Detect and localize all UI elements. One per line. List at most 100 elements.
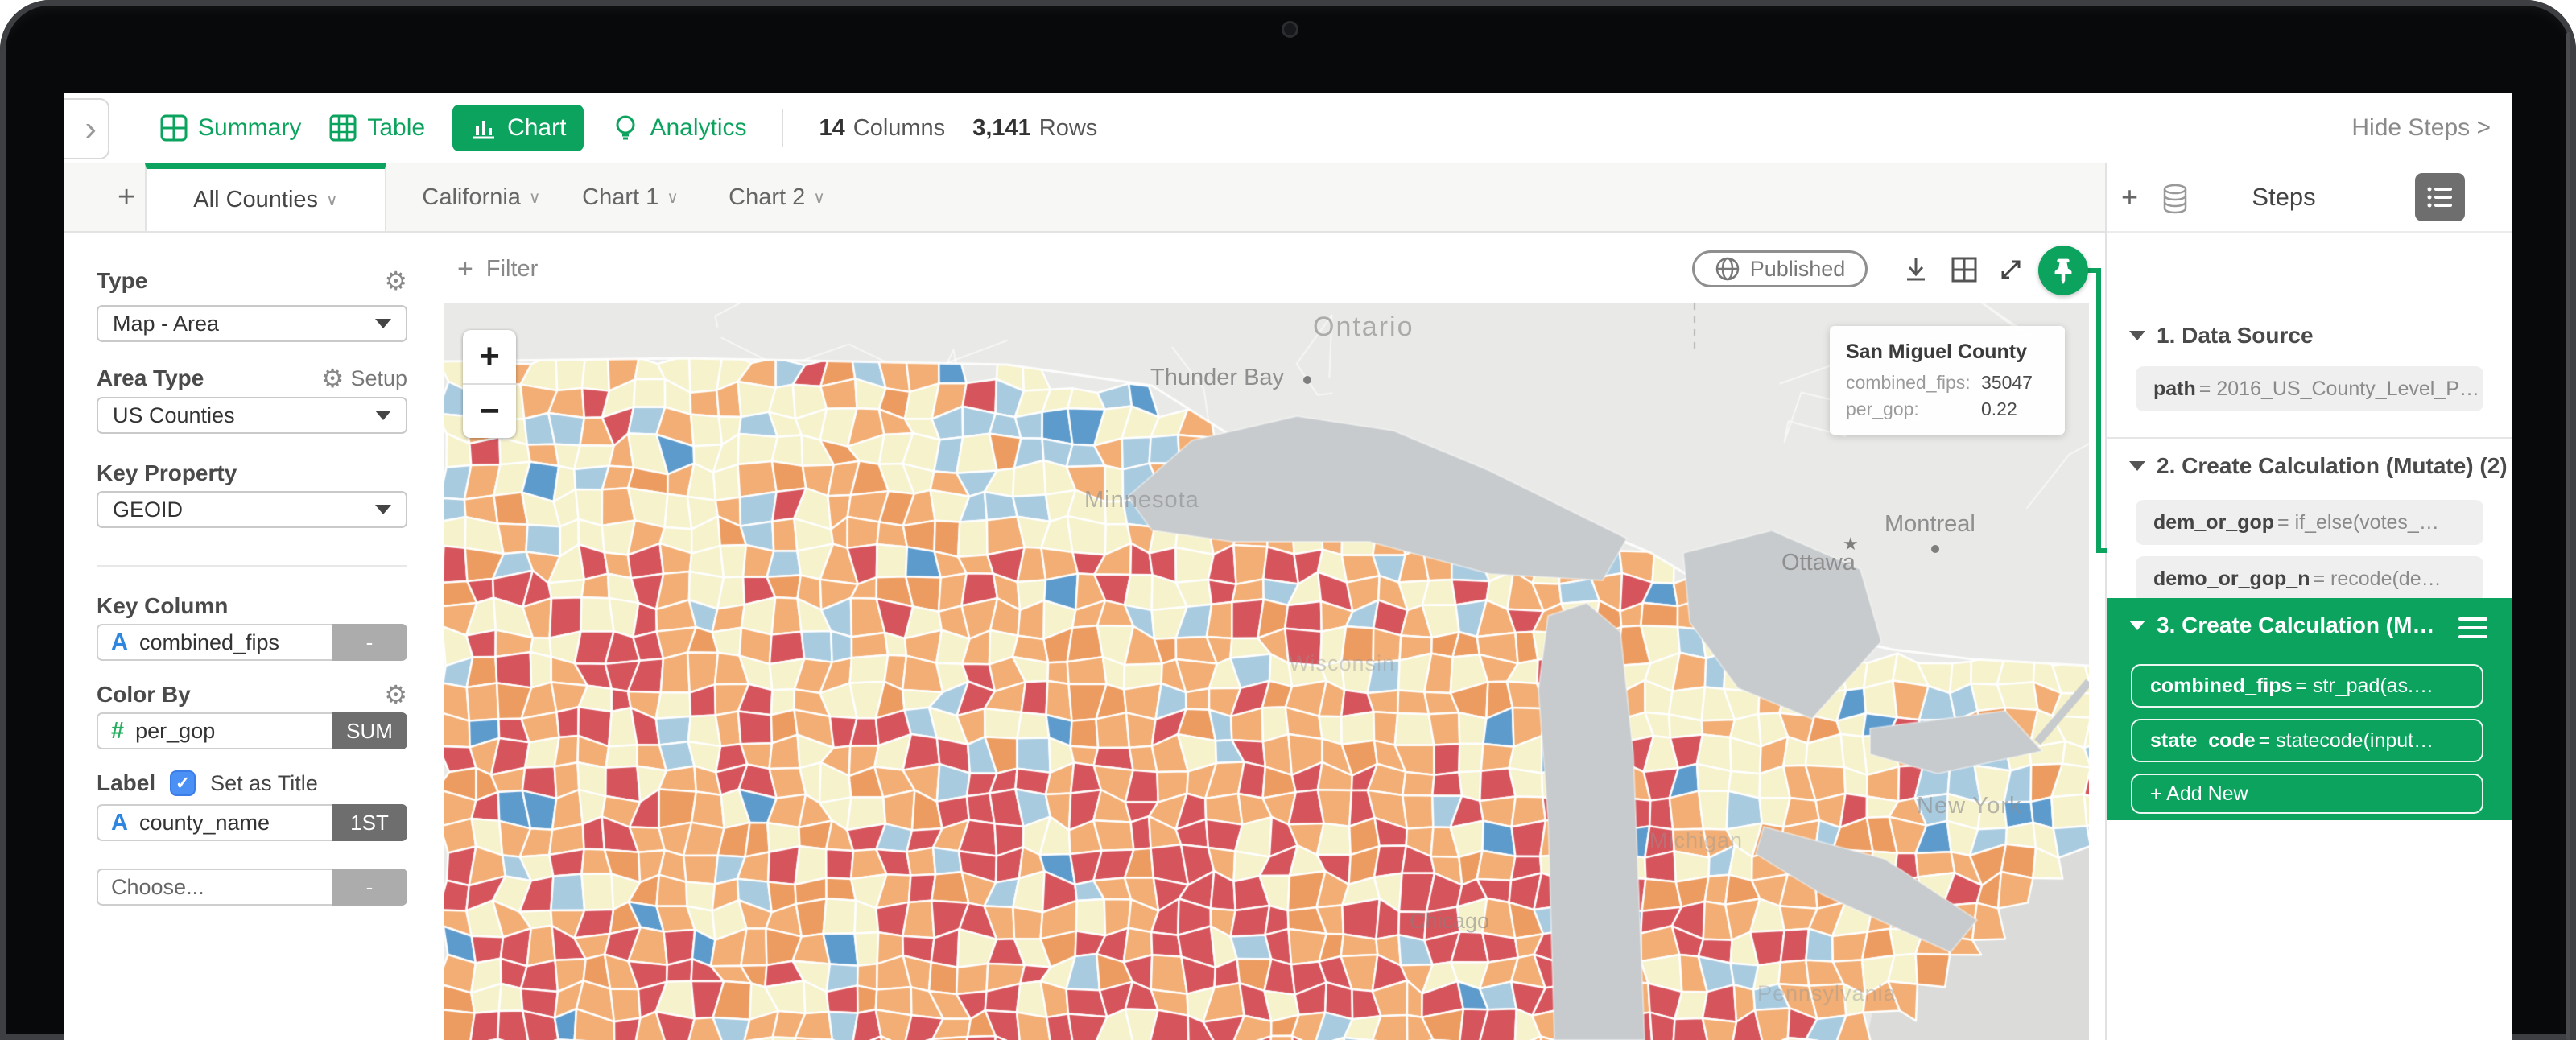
nav-analytics[interactable]: Analytics bbox=[611, 113, 746, 142]
zoom-out-button[interactable]: − bbox=[463, 385, 516, 438]
choose-column-field[interactable]: Choose... - bbox=[97, 869, 407, 906]
map-label: New York bbox=[1917, 793, 2022, 819]
toolbar-divider bbox=[782, 109, 783, 147]
key-property-label: Key Property bbox=[97, 460, 237, 485]
expand-button[interactable] bbox=[1995, 254, 2027, 286]
tab-chart-1[interactable]: Chart 1 ∨ bbox=[570, 163, 691, 231]
color-by-field[interactable]: # per_gop SUM bbox=[97, 712, 407, 749]
database-icon[interactable] bbox=[2160, 183, 2190, 215]
map-label: Chicago bbox=[1410, 909, 1489, 934]
columns-count-value: 14 bbox=[819, 115, 844, 142]
grid-view-button[interactable] bbox=[1948, 254, 1980, 286]
map-tooltip: San Miguel County combined_fips: 35047 p… bbox=[1830, 326, 2065, 435]
nav-summary-label: Summary bbox=[198, 114, 301, 142]
list-icon bbox=[2426, 185, 2454, 209]
plus-icon: + bbox=[457, 254, 473, 285]
step-3-active-block[interactable]: 3. Create Calculation (M… combined_fips=… bbox=[2107, 598, 2512, 820]
columns-count: 14 Columns bbox=[819, 115, 945, 142]
main-nav: Summary Table Chart Analytics bbox=[159, 93, 1097, 163]
key-property-select[interactable]: GEOID bbox=[97, 491, 407, 528]
nav-chart-label: Chart bbox=[507, 114, 566, 142]
aggregate-badge[interactable]: - bbox=[332, 869, 407, 906]
tab-california[interactable]: California ∨ bbox=[402, 163, 560, 231]
gear-icon: ⚙ bbox=[321, 365, 345, 391]
city-dot-marker bbox=[1303, 376, 1311, 384]
step-3-token-state-code[interactable]: state_code= statecode(input… bbox=[2131, 719, 2483, 762]
collapse-panel-button[interactable]: › bbox=[64, 98, 109, 159]
published-button[interactable]: Published bbox=[1692, 250, 1868, 287]
chevron-right-icon: › bbox=[85, 109, 97, 149]
dropdown-caret-icon bbox=[375, 505, 391, 514]
collapse-triangle-icon bbox=[2129, 331, 2145, 340]
add-chart-tab-button[interactable]: + bbox=[106, 163, 147, 231]
dropdown-caret-icon bbox=[375, 411, 391, 420]
nav-summary[interactable]: Summary bbox=[159, 113, 301, 142]
map-label: Pennsylvania bbox=[1757, 981, 1897, 1006]
gear-icon[interactable]: ⚙ bbox=[384, 268, 407, 294]
aggregate-badge[interactable]: - bbox=[332, 624, 407, 661]
download-button[interactable] bbox=[1900, 254, 1932, 286]
bar-chart-icon bbox=[470, 114, 497, 142]
map-label: Michigan bbox=[1649, 828, 1743, 853]
area-type-select[interactable]: US Counties bbox=[97, 397, 407, 434]
choropleth-map[interactable]: OntarioThunder BayMinnesotaWisconsinMich… bbox=[444, 303, 2089, 1040]
chevron-down-icon: ∨ bbox=[813, 188, 825, 208]
pushpin-icon bbox=[2049, 256, 2078, 285]
step-2-token-demo-or-gop-n[interactable]: demo_or_gop_n= recode(de… bbox=[2136, 556, 2483, 601]
steps-list-view-button[interactable] bbox=[2415, 173, 2465, 221]
aggregate-badge[interactable]: 1ST bbox=[332, 804, 407, 841]
map-label: Ontario bbox=[1313, 312, 1414, 343]
pin-button[interactable] bbox=[2038, 246, 2088, 295]
area-type-label: Area Type bbox=[97, 365, 204, 390]
rows-count: 3,141 Rows bbox=[972, 115, 1097, 142]
nav-table[interactable]: Table bbox=[328, 113, 425, 142]
step-1-token-path[interactable]: path= 2016_US_County_Level_P… bbox=[2136, 366, 2483, 411]
table-icon bbox=[328, 113, 357, 142]
step-1-header[interactable]: 1. Data Source bbox=[2129, 323, 2314, 349]
chevron-down-icon: ∨ bbox=[667, 188, 679, 208]
key-column-field[interactable]: A combined_fips - bbox=[97, 624, 407, 661]
chevron-down-icon: ∨ bbox=[529, 188, 541, 208]
type-label: Type bbox=[97, 268, 147, 293]
nav-analytics-label: Analytics bbox=[650, 114, 746, 142]
key-column-label: Key Column bbox=[97, 593, 228, 618]
add-filter-button[interactable]: + Filter bbox=[457, 254, 538, 285]
dropdown-caret-icon bbox=[375, 319, 391, 328]
label-field[interactable]: A county_name 1ST bbox=[97, 804, 407, 841]
numeric-type-icon: # bbox=[111, 718, 124, 745]
step-2-token-dem-or-gop[interactable]: dem_or_gop= if_else(votes_… bbox=[2136, 500, 2483, 545]
set-as-title-label: Set as Title bbox=[210, 771, 318, 796]
steps-panel: + Steps 1. Data Source path= 2016_US_Cou… bbox=[2105, 163, 2512, 1040]
rows-count-label: Rows bbox=[1039, 115, 1098, 142]
type-select[interactable]: Map - Area bbox=[97, 305, 407, 342]
nav-chart[interactable]: Chart bbox=[452, 105, 584, 151]
step-3-token-combined-fips[interactable]: combined_fips= str_pad(as.… bbox=[2131, 664, 2483, 708]
step-3-add-new-button[interactable]: + Add New bbox=[2131, 774, 2483, 814]
steps-panel-header: + Steps bbox=[2107, 163, 2512, 233]
zoom-in-button[interactable]: + bbox=[463, 330, 516, 385]
tab-chart-2[interactable]: Chart 2 ∨ bbox=[716, 163, 837, 231]
chart-tab-bar: + All Counties ∨ California ∨ Chart 1 ∨ … bbox=[64, 163, 2105, 233]
map-label: Thunder Bay bbox=[1150, 365, 1284, 391]
step-3-header[interactable]: 3. Create Calculation (M… bbox=[2129, 613, 2434, 638]
label-label: Label bbox=[97, 770, 155, 796]
set-as-title-checkbox[interactable] bbox=[170, 770, 196, 796]
setup-button[interactable]: ⚙ Setup bbox=[321, 365, 407, 391]
color-by-label: Color By bbox=[97, 682, 191, 707]
bezel-edge bbox=[2566, 32, 2570, 1040]
add-step-button[interactable]: + bbox=[2121, 163, 2138, 231]
hide-steps-button[interactable]: Hide Steps > bbox=[2351, 93, 2491, 163]
step-2-header[interactable]: 2. Create Calculation (Mutate) (2) bbox=[2129, 453, 2508, 479]
text-type-icon: A bbox=[111, 810, 128, 836]
tab-all-counties[interactable]: All Counties ∨ bbox=[145, 163, 386, 231]
aggregate-badge[interactable]: SUM bbox=[332, 712, 407, 749]
text-type-icon: A bbox=[111, 629, 128, 656]
lightbulb-icon bbox=[611, 113, 640, 142]
globe-icon bbox=[1715, 256, 1740, 282]
gear-icon[interactable]: ⚙ bbox=[384, 682, 407, 708]
app-screen: › Summary Table Chart bbox=[64, 93, 2512, 1040]
city-dot-marker bbox=[1931, 545, 1939, 553]
hamburger-menu-icon[interactable] bbox=[2458, 617, 2487, 638]
chart-config-sidebar: Type ⚙ Map - Area Area Type ⚙ Setup US C… bbox=[64, 233, 435, 1040]
map-label: Wisconsin bbox=[1289, 651, 1395, 676]
